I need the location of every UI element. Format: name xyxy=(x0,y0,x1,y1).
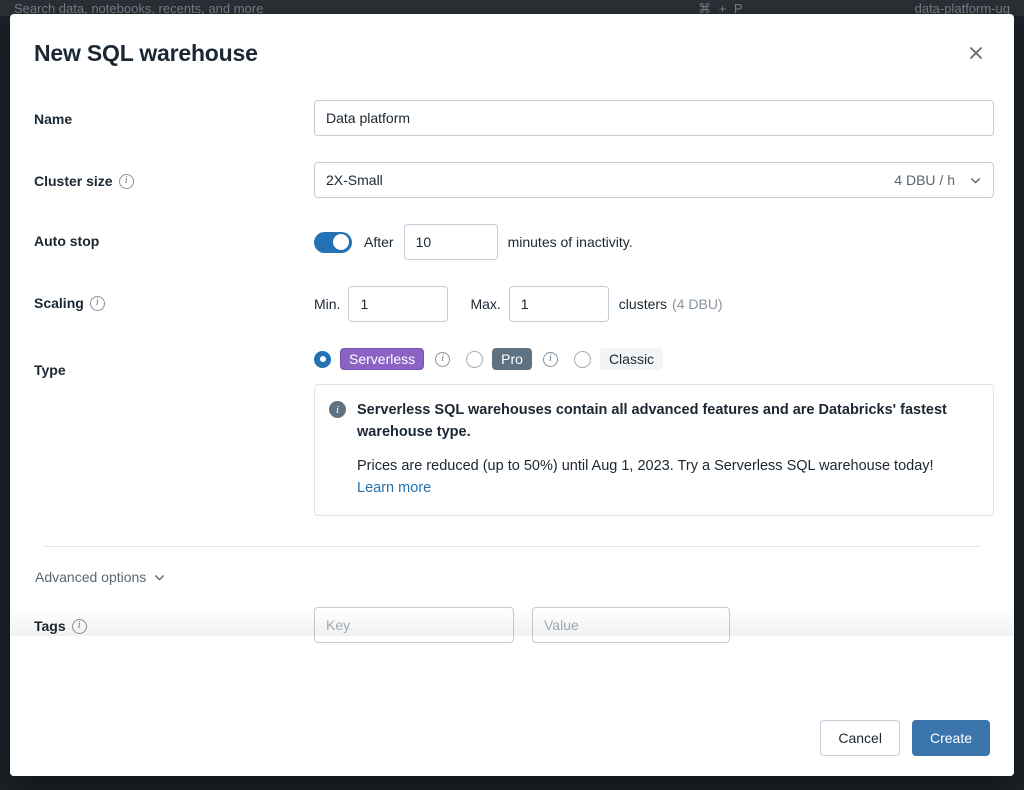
auto-stop-toggle[interactable] xyxy=(314,231,352,253)
radio-pro[interactable] xyxy=(466,350,484,368)
info-icon: i xyxy=(329,401,346,418)
auto-stop-label: Auto stop xyxy=(34,233,100,249)
info-icon[interactable]: i xyxy=(71,618,87,634)
tag-key-input[interactable] xyxy=(314,607,514,643)
field-row-cluster-size: Cluster size i 2X-Small 4 DBU / h xyxy=(34,162,994,198)
cluster-size-select[interactable]: 2X-Small 4 DBU / h xyxy=(314,162,994,198)
tags-label: Tags i xyxy=(34,607,314,636)
cluster-size-label: Cluster size i xyxy=(34,162,314,191)
field-row-type: Type Serverless i Pro i Classic i Server… xyxy=(34,348,994,516)
field-row-tags: Tags i xyxy=(34,607,990,643)
scaling-min-label: Min. xyxy=(314,296,341,312)
section-divider xyxy=(44,546,980,547)
type-options: Serverless i Pro i Classic xyxy=(314,348,664,370)
scaling-clusters-dbu: (4 DBU) xyxy=(672,296,723,312)
dialog-footer: Cancel Create xyxy=(10,706,1014,776)
dialog-body: Name Cluster size i 2X-Small 4 DBU / h xyxy=(10,72,1014,706)
scaling-max-label: Max. xyxy=(470,296,501,312)
field-row-name: Name xyxy=(34,100,994,136)
chevron-down-icon xyxy=(969,174,982,187)
cluster-size-label-text: Cluster size xyxy=(34,173,113,189)
scaling-control: Min. Max. clusters (4 DBU) xyxy=(314,286,990,322)
info-icon[interactable]: i xyxy=(542,351,558,367)
auto-stop-suffix: minutes of inactivity. xyxy=(507,234,633,250)
dialog-header: New SQL warehouse xyxy=(10,14,1014,72)
tags-control xyxy=(314,607,990,643)
close-icon[interactable] xyxy=(962,39,990,67)
info-icon[interactable]: i xyxy=(118,173,134,189)
toggle-knob xyxy=(333,234,349,250)
name-label: Name xyxy=(34,111,73,127)
tags-label-text: Tags xyxy=(34,618,66,634)
callout-text: Prices are reduced (up to 50%) until Aug… xyxy=(357,458,934,474)
cluster-size-control: 2X-Small 4 DBU / h xyxy=(314,162,994,198)
advanced-options-label: Advanced options xyxy=(35,569,147,585)
scaling-label-text: Scaling xyxy=(34,295,84,311)
name-control xyxy=(314,100,994,136)
cancel-button[interactable]: Cancel xyxy=(820,720,900,756)
learn-more-link[interactable]: Learn more xyxy=(357,477,431,499)
cluster-size-value: 2X-Small xyxy=(326,172,383,188)
info-icon[interactable]: i xyxy=(435,351,451,367)
warehouse-name-input[interactable] xyxy=(314,100,994,136)
badge-serverless[interactable]: Serverless xyxy=(340,348,425,370)
new-sql-warehouse-dialog: New SQL warehouse Name Cluster size i 2X… xyxy=(10,14,1014,776)
type-control: Serverless i Pro i Classic i Serverless … xyxy=(314,348,994,516)
advanced-options-toggle[interactable]: Advanced options xyxy=(35,569,166,585)
radio-serverless[interactable] xyxy=(314,350,331,368)
callout-title: Serverless SQL warehouses contain all ad… xyxy=(357,402,947,440)
callout-body: Serverless SQL warehouses contain all ad… xyxy=(357,399,977,499)
scaling-label: Scaling i xyxy=(34,286,314,313)
field-row-scaling: Scaling i Min. Max. clusters (4 DBU) xyxy=(34,286,990,322)
dialog-title: New SQL warehouse xyxy=(34,40,258,66)
cluster-size-dbu: 4 DBU / h xyxy=(894,172,955,188)
scaling-clusters-label: clusters xyxy=(618,296,668,312)
serverless-info-callout: i Serverless SQL warehouses contain all … xyxy=(314,384,994,516)
radio-classic[interactable] xyxy=(573,350,591,368)
badge-pro[interactable]: Pro xyxy=(492,348,532,370)
type-label: Type xyxy=(34,362,66,378)
auto-stop-control: After minutes of inactivity. xyxy=(314,224,990,260)
create-button[interactable]: Create xyxy=(911,720,990,756)
tag-value-input[interactable] xyxy=(532,607,730,643)
badge-classic[interactable]: Classic xyxy=(599,348,664,370)
scaling-min-input[interactable] xyxy=(348,286,449,322)
field-row-auto-stop: Auto stop After minutes of inactivity. xyxy=(34,224,990,260)
scaling-max-input[interactable] xyxy=(508,286,609,322)
chevron-down-icon xyxy=(153,571,166,584)
auto-stop-after-label: After xyxy=(364,234,394,250)
info-icon[interactable]: i xyxy=(89,295,105,311)
auto-stop-minutes-input[interactable] xyxy=(403,224,498,260)
